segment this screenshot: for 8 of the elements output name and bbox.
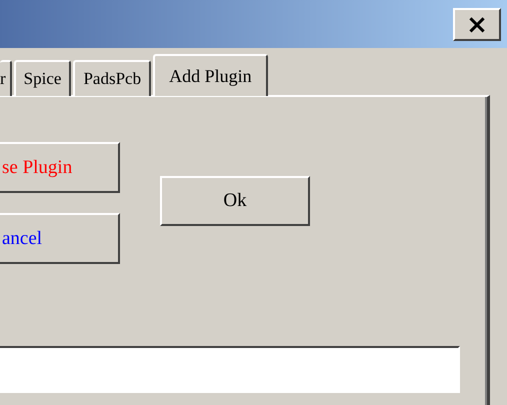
- ok-button[interactable]: Ok: [160, 176, 310, 226]
- tab[interactable]: Spice: [14, 60, 72, 96]
- input-field[interactable]: [0, 346, 460, 393]
- close-button[interactable]: ×: [453, 8, 501, 41]
- tab[interactable]: PadsPcb: [73, 60, 152, 96]
- tab[interactable]: r: [0, 60, 12, 96]
- plugin-button[interactable]: ancel: [0, 213, 120, 264]
- tab[interactable]: Add Plugin: [153, 54, 268, 96]
